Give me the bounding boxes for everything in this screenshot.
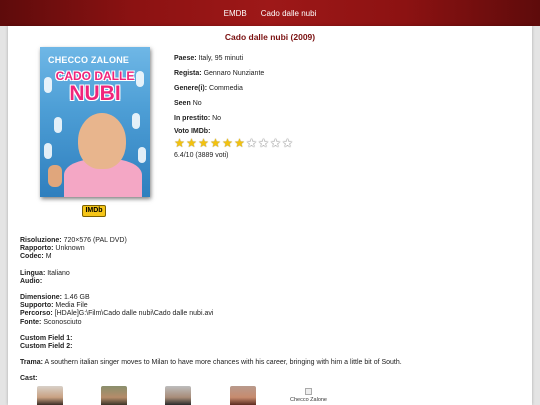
star-filled-icon: ★ <box>234 136 245 150</box>
poster-figure-head <box>78 113 126 169</box>
voto-label: Voto IMDb: <box>174 128 211 135</box>
poster-title-line2: NUBI <box>69 82 121 105</box>
paese-label: Paese: <box>174 55 197 62</box>
prestito-value: No <box>212 115 222 122</box>
detail-percorso: Percorso: [HDAle]G:\Film\Cado dalle nubi… <box>20 310 214 318</box>
star-filled-icon: ★ <box>198 136 209 150</box>
movie-poster: CHECCO ZALONE CADO DALLE NUBI <box>40 47 150 197</box>
star-empty-icon: ★ <box>258 136 269 150</box>
star-empty-icon: ★ <box>282 136 293 150</box>
rating-stars: ★ ★ ★ ★ ★ ★ ★ ★ ★ ★ <box>174 136 514 150</box>
cast-photo-2[interactable] <box>101 386 127 405</box>
detail-audio: Audio: <box>20 277 43 285</box>
genere-value: Commedia <box>209 85 243 92</box>
info-row-prestito: In prestito: No <box>174 112 514 126</box>
info-row-seen: Seen No <box>174 97 514 111</box>
detail-supporto: Supporto: Media File <box>20 302 88 310</box>
star-filled-icon: ★ <box>174 136 185 150</box>
info-row-regista: Regista: Gennaro Nunziante <box>174 67 514 81</box>
detail-lingua: Lingua: Italiano <box>20 269 70 277</box>
file-details: Risoluzione: 720×576 (PAL DVD) Rapporto:… <box>20 237 525 384</box>
cast-name-5[interactable]: Checco Zalone <box>290 397 327 403</box>
detail-cast-heading: Cast: <box>20 375 38 383</box>
imdb-button[interactable]: IMDb <box>82 205 106 217</box>
detail-custom2: Custom Field 2: <box>20 343 73 351</box>
info-row-paese: Paese: Italy, 95 minuti <box>174 52 514 66</box>
prestito-label: In prestito: <box>174 115 211 122</box>
star-filled-icon: ★ <box>210 136 221 150</box>
cast-photo-1[interactable] <box>37 386 63 405</box>
nav-link-emdb[interactable]: EMDB <box>224 9 247 18</box>
movie-title: Cado dalle nubi (2009) <box>224 32 316 42</box>
star-filled-icon: ★ <box>222 136 233 150</box>
seen-value: No <box>192 100 202 107</box>
cast-photo-4[interactable] <box>230 386 256 405</box>
star-filled-icon: ★ <box>186 136 197 150</box>
movie-info: Paese: Italy, 95 minuti Regista: Gennaro… <box>174 52 514 159</box>
detail-custom1: Custom Field 1: <box>20 334 73 342</box>
cast-photo-3[interactable] <box>165 386 191 405</box>
genere-label: Genere(i): <box>174 85 208 92</box>
detail-fonte: Fonte: Sconosciuto <box>20 318 82 326</box>
nav-link-current-movie[interactable]: Cado dalle nubi <box>261 9 317 18</box>
detail-dimensione: Dimensione: 1.46 GB <box>20 294 90 302</box>
top-navigation-bar: EMDB Cado dalle nubi <box>0 0 540 26</box>
poster-actor-name: CHECCO ZALONE <box>48 55 130 65</box>
detail-trama: Trama: A southern italian singer moves t… <box>20 359 402 367</box>
detail-rapporto: Rapporto: Unknown <box>20 245 85 253</box>
info-row-genere: Genere(i): Commedia <box>174 82 514 96</box>
regista-value: Gennaro Nunziante <box>203 70 265 77</box>
paese-value: Italy, 95 minuti <box>198 55 244 62</box>
cast-list: Checco Zalone <box>8 386 532 405</box>
detail-codec: Codec: M <box>20 253 52 261</box>
seen-label: Seen <box>174 100 191 107</box>
star-empty-icon: ★ <box>270 136 281 150</box>
regista-label: Regista: <box>174 70 202 77</box>
movie-detail-panel: Cado dalle nubi (2009) CHECCO ZALONE CAD… <box>8 26 532 405</box>
broken-image-icon <box>305 388 312 395</box>
poster-title-line1: CADO DALLE <box>55 69 135 83</box>
star-empty-icon: ★ <box>246 136 257 150</box>
rating-votes: 6.4/10 (3889 voti) <box>174 152 229 159</box>
detail-risoluzione: Risoluzione: 720×576 (PAL DVD) <box>20 237 127 244</box>
poster-thumb <box>48 165 62 187</box>
